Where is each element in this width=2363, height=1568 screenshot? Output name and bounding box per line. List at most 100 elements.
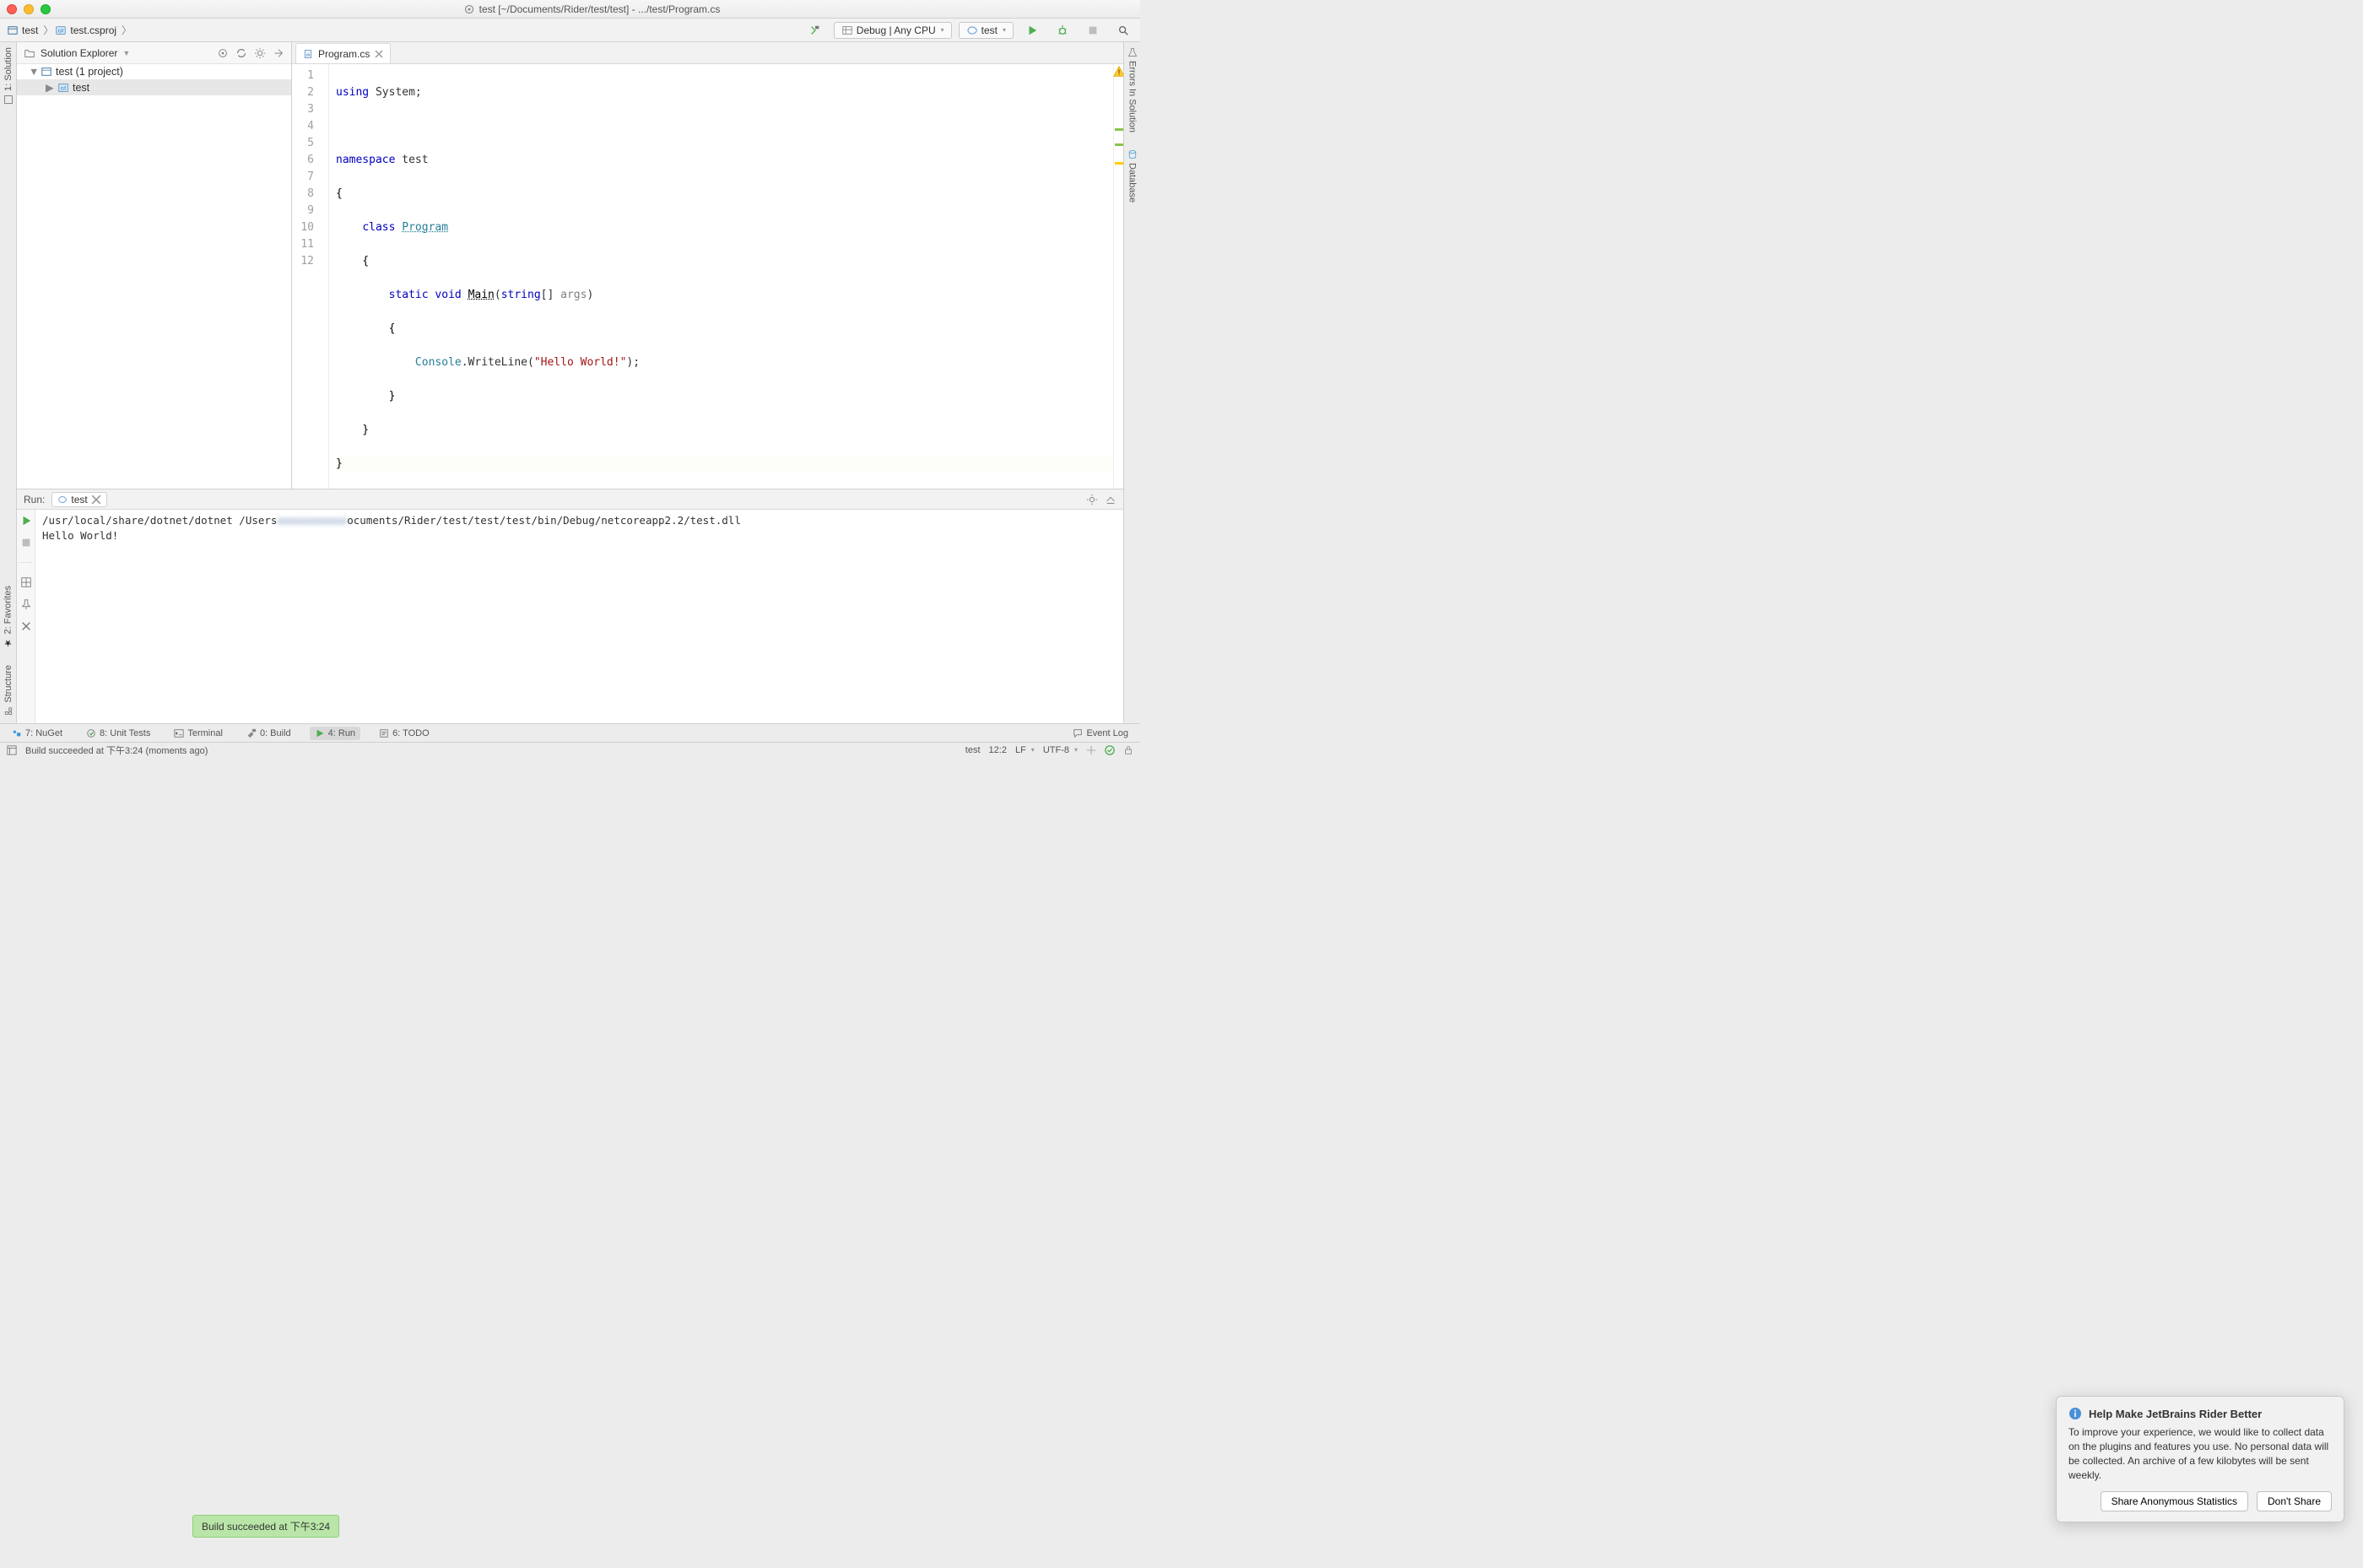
output-line: Hello World! xyxy=(42,529,118,542)
code-content[interactable]: using System; namespace test { class Pro… xyxy=(329,64,1113,489)
stop-button[interactable] xyxy=(1081,22,1105,39)
close-window-icon[interactable] xyxy=(7,4,17,14)
build-tool-button[interactable]: 0: Build xyxy=(241,727,296,740)
code-editor[interactable]: 1 2 3 4 5 6 7 8 9 10 11 12 using Sy xyxy=(292,64,1123,489)
minimize-window-icon[interactable] xyxy=(24,4,34,14)
lock-icon[interactable] xyxy=(1123,745,1133,755)
popup-body: To improve your experience, we would lik… xyxy=(2068,1425,2332,1483)
tree-root[interactable]: ▼ test (1 project) xyxy=(17,64,291,79)
keyword: using xyxy=(336,86,369,99)
breadcrumb-item-1[interactable]: test xyxy=(5,23,43,38)
todo-icon xyxy=(379,728,389,738)
tree-project[interactable]: ▶ c# test xyxy=(17,79,291,95)
gear-icon[interactable] xyxy=(254,47,266,59)
database-tool-button[interactable]: Database xyxy=(1127,149,1138,203)
database-icon xyxy=(1127,149,1138,160)
line-number: 6 xyxy=(292,152,314,169)
type: Console xyxy=(415,356,462,369)
csharp-icon xyxy=(57,495,68,505)
zoom-window-icon[interactable] xyxy=(41,4,51,14)
run-configuration-dropdown[interactable]: test xyxy=(959,22,1014,39)
tool-label: Event Log xyxy=(1086,728,1128,738)
marker-strip[interactable] xyxy=(1113,64,1123,489)
caret-right-icon[interactable]: ▶ xyxy=(46,81,54,94)
hide-icon[interactable] xyxy=(273,47,284,59)
run-button[interactable] xyxy=(1020,22,1044,39)
left-tool-strip: 1: Solution ★ 2: Favorites Structure xyxy=(0,42,17,723)
indent xyxy=(336,221,362,234)
errors-tool-button[interactable]: Errors In Solution xyxy=(1127,47,1138,132)
run-tab[interactable]: test xyxy=(51,492,106,507)
close-icon[interactable] xyxy=(20,620,32,632)
warning-indicator-icon[interactable] xyxy=(1113,66,1123,78)
usage-statistics-popup: Help Make JetBrains Rider Better To impr… xyxy=(2056,1396,2344,1522)
center-column: Solution Explorer ▼ ▼ test (1 project xyxy=(17,42,1123,723)
inspect-icon[interactable] xyxy=(1086,745,1096,755)
tool-windows-icon[interactable] xyxy=(7,745,17,755)
keyword: void xyxy=(435,289,461,301)
csproj-icon: c# xyxy=(57,82,69,94)
folder-icon xyxy=(24,47,35,59)
unit-tests-tool-button[interactable]: 8: Unit Tests xyxy=(81,727,155,740)
status-position[interactable]: 12:2 xyxy=(989,745,1007,755)
solution-tool-button[interactable]: 1: Solution xyxy=(3,47,14,105)
editor-tabs: c# Program.cs xyxy=(292,42,1123,64)
todo-tool-button[interactable]: 6: TODO xyxy=(374,727,435,740)
dont-share-button[interactable]: Don't Share xyxy=(2257,1491,2332,1511)
breadcrumb: test 〉 c# test.csproj 〉 xyxy=(5,23,132,38)
debug-button[interactable] xyxy=(1051,22,1074,39)
structure-tool-button[interactable]: Structure xyxy=(3,665,14,716)
breadcrumb-label: test xyxy=(22,24,38,36)
method-name: Main xyxy=(468,289,495,301)
pin-icon[interactable] xyxy=(20,598,32,610)
hide-icon[interactable] xyxy=(1105,494,1117,506)
run-output[interactable]: /usr/local/share/dotnet/dotnet /Usersxxx… xyxy=(35,510,1123,723)
close-icon[interactable] xyxy=(91,495,101,505)
line-number: 5 xyxy=(292,135,314,152)
rerun-icon[interactable] xyxy=(20,515,32,527)
run-tool-button[interactable]: 4: Run xyxy=(310,727,360,740)
dropdown-icon[interactable]: ▼ xyxy=(122,49,130,57)
string: "Hello World!" xyxy=(534,356,627,369)
bug-icon xyxy=(1057,24,1068,36)
keyword: string xyxy=(501,289,541,301)
share-statistics-button[interactable]: Share Anonymous Statistics xyxy=(2101,1491,2248,1511)
solution-icon xyxy=(3,95,14,105)
run-tab-label: test xyxy=(71,494,87,506)
build-configuration-dropdown[interactable]: Debug | Any CPU xyxy=(834,22,952,39)
close-tab-icon[interactable] xyxy=(375,50,383,58)
status-encoding[interactable]: UTF-8 xyxy=(1043,745,1078,755)
sync-icon[interactable] xyxy=(235,47,247,59)
locate-icon[interactable] xyxy=(217,47,229,59)
status-line-ending[interactable]: LF xyxy=(1015,745,1035,755)
search-everywhere-button[interactable] xyxy=(1111,22,1135,39)
array: [] xyxy=(541,289,554,301)
marker-ok[interactable] xyxy=(1115,128,1123,131)
terminal-tool-button[interactable]: Terminal xyxy=(169,727,228,740)
stop-icon[interactable] xyxy=(20,537,32,549)
run-side-toolbar: ⋯⋯ xyxy=(17,510,35,723)
breadcrumb-item-2[interactable]: c# test.csproj xyxy=(53,23,122,38)
nuget-tool-button[interactable]: 7: NuGet xyxy=(7,727,68,740)
chevron-right-icon: 〉 xyxy=(43,23,53,37)
indent xyxy=(336,289,389,301)
favorites-tool-button[interactable]: ★ 2: Favorites xyxy=(3,586,14,648)
explorer-header: Solution Explorer ▼ xyxy=(17,42,291,64)
solution-tree[interactable]: ▼ test (1 project) ▶ c# test xyxy=(17,64,291,489)
event-log-button[interactable]: Event Log xyxy=(1068,727,1133,740)
caret-down-icon[interactable]: ▼ xyxy=(29,66,37,78)
marker-ok[interactable] xyxy=(1115,143,1123,146)
layout-icon[interactable] xyxy=(20,576,32,588)
gear-icon[interactable] xyxy=(1086,494,1098,506)
marker-warn[interactable] xyxy=(1115,162,1123,165)
editor-tab[interactable]: c# Program.cs xyxy=(295,43,391,63)
status-context[interactable]: test xyxy=(965,745,981,755)
fold-column[interactable] xyxy=(319,64,329,489)
play-icon xyxy=(315,728,325,738)
csharp-icon xyxy=(966,24,978,36)
chevron-right-icon: 〉 xyxy=(122,23,132,37)
analysis-ok-icon[interactable] xyxy=(1105,745,1115,755)
right-tool-strip: Errors In Solution Database xyxy=(1123,42,1140,723)
config-icon xyxy=(841,24,853,36)
build-solution-button[interactable] xyxy=(803,22,827,39)
